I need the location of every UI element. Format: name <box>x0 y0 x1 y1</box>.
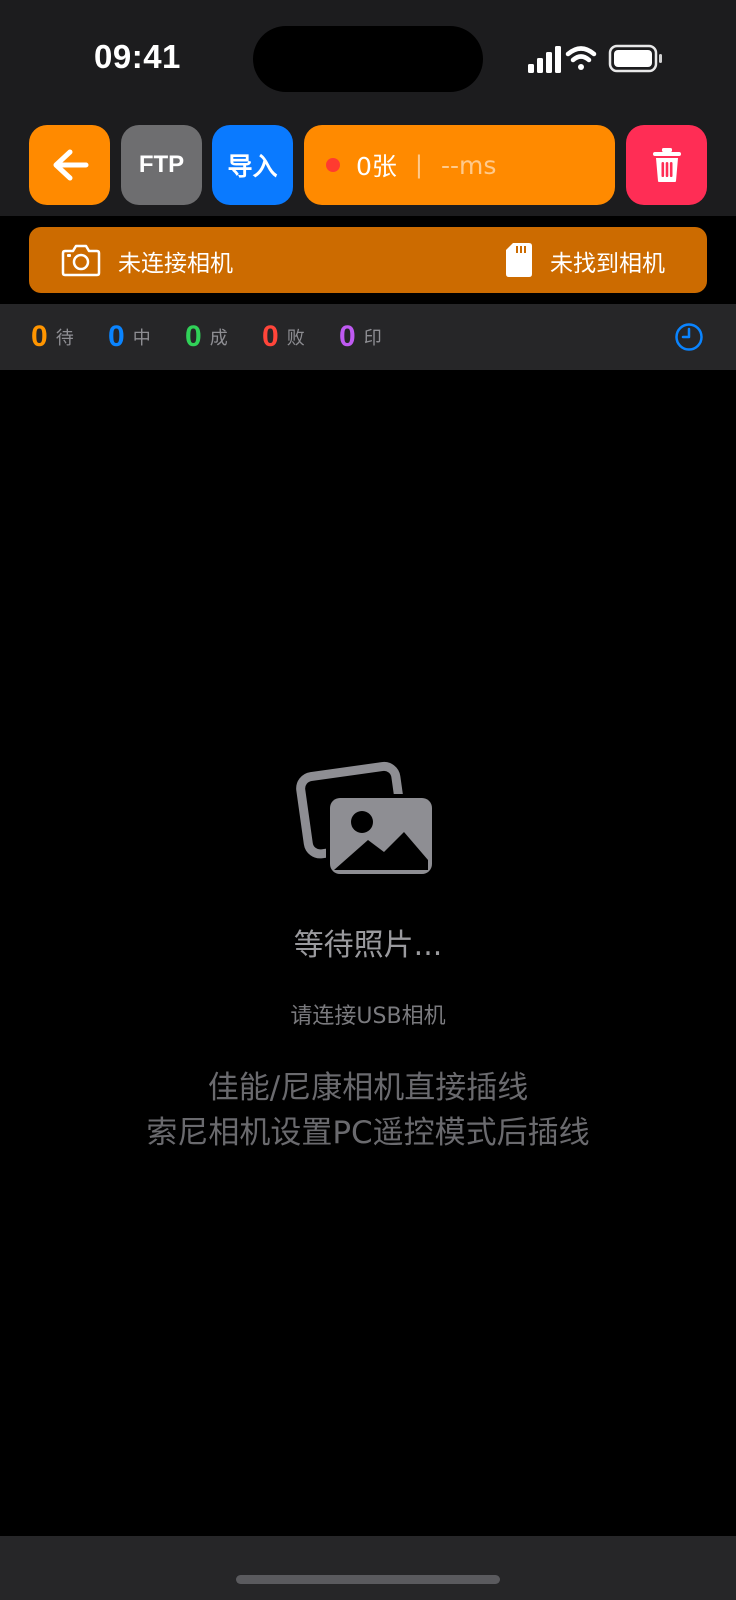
card-status: 未找到相机 <box>550 251 665 277</box>
counter-separator: | <box>414 151 423 179</box>
stat-printed: 0 印 <box>339 304 382 370</box>
camera-connection-banner[interactable]: 未连接相机 未找到相机 <box>29 227 707 293</box>
stat-success-count: 0 <box>185 320 202 353</box>
photo-count: 0张 <box>356 152 397 181</box>
stat-failed: 0 败 <box>262 304 305 370</box>
home-indicator[interactable] <box>236 1575 500 1584</box>
signal-icon <box>528 46 561 73</box>
record-dot-icon <box>326 158 340 172</box>
stat-in-progress-label: 中 <box>132 328 151 349</box>
import-button[interactable]: 导入 <box>212 125 293 205</box>
stat-in-progress-count: 0 <box>108 320 125 353</box>
stat-failed-count: 0 <box>262 320 279 353</box>
connection-instructions: 佳能/尼康相机直接插线 索尼相机设置PC遥控模式后插线 <box>0 1066 736 1156</box>
status-icons <box>528 44 662 73</box>
empty-state-subtitle: 请连接USB相机 <box>290 1004 446 1029</box>
instruction-line: 索尼相机设置PC遥控模式后插线 <box>146 1115 590 1151</box>
photo-counter-button[interactable]: 0张 | --ms <box>304 125 615 205</box>
stat-success: 0 成 <box>185 304 228 370</box>
stat-pending: 0 待 <box>31 304 74 370</box>
stat-pending-count: 0 <box>31 320 48 353</box>
battery-icon <box>608 44 662 73</box>
latency-value: --ms <box>441 150 497 180</box>
clock-icon[interactable] <box>674 322 704 352</box>
camera-icon <box>61 244 101 277</box>
trash-icon <box>652 148 681 182</box>
home-bar-area <box>0 1536 736 1600</box>
stat-in-progress: 0 中 <box>108 304 151 370</box>
stat-failed-label: 败 <box>286 328 305 349</box>
wifi-icon <box>565 46 597 70</box>
dynamic-island <box>253 26 483 92</box>
stat-printed-label: 印 <box>363 328 382 349</box>
delete-button[interactable] <box>626 125 707 205</box>
stat-success-label: 成 <box>209 328 228 349</box>
status-time: 09:41 <box>94 38 181 75</box>
instruction-line: 佳能/尼康相机直接插线 <box>207 1070 529 1106</box>
ftp-button[interactable]: FTP <box>121 125 202 205</box>
back-button[interactable] <box>29 125 110 205</box>
stats-bar: 0 待 0 中 0 成 0 败 0 印 <box>0 304 736 370</box>
arrow-left-icon <box>53 149 88 181</box>
photos-icon <box>296 761 434 876</box>
sd-card-icon <box>506 243 532 277</box>
stat-printed-count: 0 <box>339 320 356 353</box>
empty-state-title: 等待照片... <box>293 928 443 963</box>
toolbar: FTP 导入 0张 | --ms <box>0 116 736 216</box>
status-bar: 09:41 <box>0 0 736 116</box>
camera-status: 未连接相机 <box>118 251 233 277</box>
stat-pending-label: 待 <box>55 328 74 349</box>
